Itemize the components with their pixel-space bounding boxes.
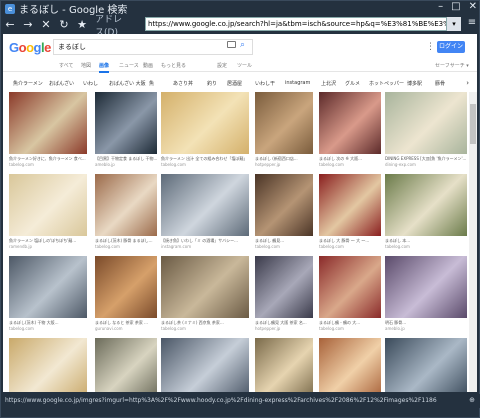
tab-item[interactable]: 地図 [81, 62, 91, 69]
image-result-thumbnail[interactable] [319, 338, 381, 392]
app-icon: e [5, 3, 15, 14]
title-bar: e まるぼし - Google 検索 – □ ✕ [1, 1, 480, 16]
image-result-thumbnail[interactable] [161, 256, 249, 318]
related-chip[interactable]: 釣り [207, 80, 217, 87]
forward-icon[interactable]: → [19, 16, 37, 33]
image-result-thumbnail[interactable] [9, 256, 87, 318]
image-result-thumbnail[interactable] [95, 92, 157, 154]
image-result-source: ameblo.jp [385, 326, 405, 331]
tab-item[interactable]: ツール [237, 62, 252, 69]
image-result-source: gurunavi.com [95, 326, 123, 331]
image-result-thumbnail[interactable] [319, 92, 381, 154]
image-result-thumbnail[interactable] [255, 338, 313, 392]
image-result-source: tabelog.com [319, 326, 344, 331]
image-result-source: tabelog.com [161, 162, 186, 167]
zoom-icon[interactable]: ⊕ [469, 396, 475, 404]
image-result-source: tabelog.com [95, 244, 120, 249]
camera-icon[interactable] [227, 41, 236, 48]
web-page: Google まるぼし ⌕ ⋮⋮⋮ ログイン すべて 地図 画像 ニュース動画 もっと見… [3, 34, 477, 392]
image-result-source: tabelog.com [319, 162, 344, 167]
image-result-thumbnail[interactable] [9, 338, 87, 392]
image-result-thumbnail[interactable] [319, 256, 381, 318]
related-chip[interactable]: おばんざい 大阪 [109, 80, 146, 87]
image-result-thumbnail[interactable] [255, 92, 313, 154]
tab-item[interactable]: ニュース [119, 62, 139, 69]
image-result-thumbnail[interactable] [385, 174, 467, 236]
image-result-source: tabelog.com [319, 244, 344, 249]
tab-item[interactable]: すべて [59, 62, 73, 69]
image-result-source: tabelog.com [385, 244, 410, 249]
image-result-thumbnail[interactable] [95, 174, 157, 236]
stop-icon[interactable]: ✕ [37, 16, 55, 33]
google-header: Google まるぼし ⌕ ⋮⋮⋮ ログイン [3, 34, 477, 59]
browser-window: e まるぼし - Google 検索 – □ ✕ ← → ✕ ↻ ★ アドレス(… [0, 0, 480, 418]
image-results-grid: 魚介ラーメン好きに、魚介ラーメン 食べ... tabelog.com 【目黒】干物定… [3, 92, 469, 392]
image-result-source: hotpepper.jp [255, 162, 281, 167]
minimize-icon[interactable]: – [438, 1, 443, 12]
image-result-thumbnail[interactable] [95, 256, 157, 318]
image-result-source: dining-exp.com [385, 162, 416, 167]
related-chip[interactable]: 上北沢 [321, 80, 336, 87]
image-result-thumbnail[interactable] [95, 338, 157, 392]
search-tabs: すべて 地図 画像 ニュース 動画 もっと見る 設定 ツール セーフサーチ ▾ [3, 60, 477, 73]
refresh-icon[interactable]: ↻ [55, 16, 73, 33]
related-chip[interactable]: 博多駅 [407, 80, 422, 87]
image-result-thumbnail[interactable] [255, 174, 313, 236]
related-chip[interactable]: いわし干 [255, 80, 275, 87]
search-icon[interactable]: ⌕ [240, 40, 245, 50]
related-chip[interactable]: 居酒屋 [227, 80, 242, 87]
maximize-icon[interactable]: □ [451, 1, 460, 12]
related-chip[interactable]: あさり丼 [173, 80, 193, 87]
back-icon[interactable]: ← [1, 16, 19, 33]
scrollbar-thumb[interactable] [470, 104, 476, 144]
search-input[interactable]: まるぼし [53, 39, 253, 55]
login-button[interactable]: ログイン [437, 41, 465, 53]
image-result-thumbnail[interactable] [9, 174, 87, 236]
related-chip[interactable]: グルメ [345, 80, 360, 87]
address-bar[interactable]: https://www.google.co.jp/search?hl=ja&tb… [145, 17, 447, 31]
image-result-thumbnail[interactable] [9, 92, 87, 154]
related-chip[interactable]: いわし [83, 80, 98, 87]
window-controls: – □ ✕ [438, 1, 477, 12]
related-chip[interactable]: 豚骨 [435, 80, 445, 87]
address-dropdown-icon[interactable]: ▾ [447, 17, 461, 31]
related-chips: › 魚介ラーメン おばんざい いわし おばんざい 大阪魚 あさり丼 釣り 居酒屋 いわし干 in… [3, 77, 477, 91]
image-result-source: tabelog.com [161, 326, 186, 331]
tab-item[interactable]: 設定 [217, 62, 227, 69]
related-chip[interactable]: ホットペッパー [369, 80, 404, 87]
related-chip[interactable]: おばんざい [49, 80, 74, 87]
image-result-source: ameblo.jp [95, 162, 115, 167]
tab-item[interactable]: 動画 [143, 62, 153, 69]
tab-item[interactable]: セーフサーチ ▾ [435, 62, 469, 69]
image-result-thumbnail[interactable] [385, 338, 467, 392]
image-result-source: instagram.com [161, 244, 192, 249]
image-result-thumbnail[interactable] [161, 92, 249, 154]
image-result-source: tabelog.com [9, 162, 34, 167]
related-chip[interactable]: 魚 [149, 80, 154, 87]
related-chip[interactable]: instagram [285, 80, 310, 86]
image-result-source: tabelog.com [255, 244, 280, 249]
chevron-right-icon[interactable]: › [466, 79, 469, 87]
status-bar: https://www.google.co.jp/imgres?imgurl=h… [1, 394, 480, 408]
tab-item[interactable]: もっと見る [161, 62, 186, 69]
image-result-source: ramendb.jp [9, 244, 32, 249]
related-chip[interactable]: 魚介ラーメン [13, 80, 43, 87]
image-result-thumbnail[interactable] [385, 256, 467, 318]
favorite-star-icon[interactable]: ★ [73, 16, 91, 33]
image-result-thumbnail[interactable] [319, 174, 381, 236]
menu-icon[interactable]: ≡ [465, 17, 479, 31]
google-logo[interactable]: Google [9, 40, 51, 55]
image-result-thumbnail[interactable] [161, 174, 249, 236]
close-icon[interactable]: ✕ [469, 1, 477, 12]
image-result-thumbnail[interactable] [385, 92, 467, 154]
tab-item[interactable]: 画像 [99, 62, 110, 73]
image-result-source: hotpepper.jp [255, 326, 281, 331]
image-result-thumbnail[interactable] [161, 338, 249, 392]
image-result-source: tabelog.com [9, 326, 34, 331]
image-result-thumbnail[interactable] [255, 256, 313, 318]
